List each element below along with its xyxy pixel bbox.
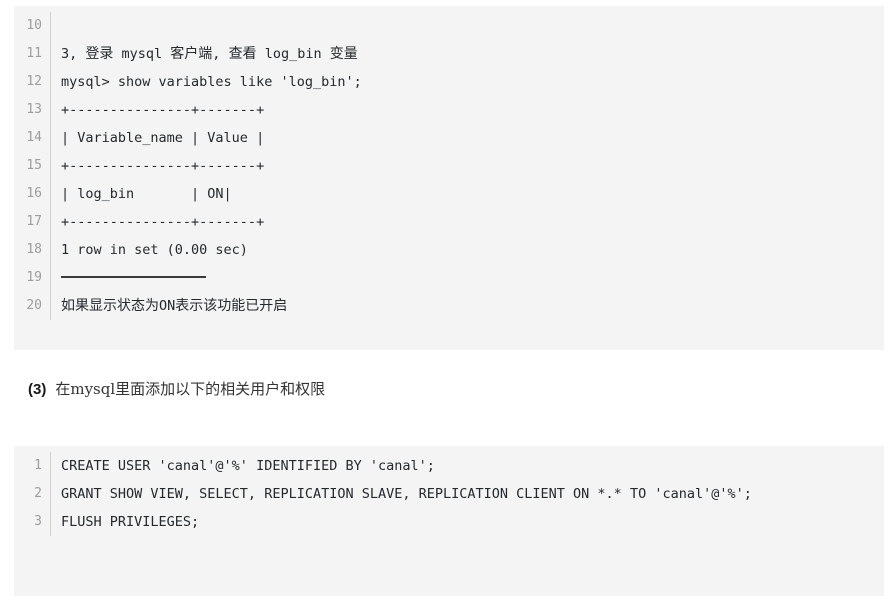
code-row: 11 3, 登录 mysql 客户端, 查看 log_bin 变量 bbox=[14, 40, 884, 68]
code-row: 1 CREATE USER 'canal'@'%' IDENTIFIED BY '… bbox=[14, 452, 884, 480]
code-line-text[interactable]: | Variable_name | Value | bbox=[50, 124, 884, 152]
line-number: 1 bbox=[34, 458, 42, 473]
paragraph-heading-3: (3) 在mysql里面添加以下的相关用户和权限 bbox=[28, 378, 325, 401]
line-number: 19 bbox=[26, 270, 42, 285]
line-number: 18 bbox=[26, 242, 42, 257]
cjk-run: 客户端 bbox=[170, 46, 213, 62]
line-number: 3 bbox=[34, 514, 42, 529]
code-row: 16 | log_bin | ON| bbox=[14, 180, 884, 208]
code-line-text[interactable] bbox=[50, 264, 884, 292]
heading-marker: (3) bbox=[28, 381, 47, 398]
code-line-text[interactable]: 3, 登录 mysql 客户端, 查看 log_bin 变量 bbox=[50, 40, 884, 68]
line-number: 2 bbox=[34, 486, 42, 501]
code-row: 19 bbox=[14, 264, 884, 292]
code-row: 15 +---------------+-------+ bbox=[14, 152, 884, 180]
line-number: 15 bbox=[26, 158, 42, 173]
line-number: 14 bbox=[26, 130, 42, 145]
line-number: 12 bbox=[26, 74, 42, 89]
code-row: 14 | Variable_name | Value | bbox=[14, 124, 884, 152]
heading-text: 在mysql里面添加以下的相关用户和权限 bbox=[55, 380, 326, 398]
code-line-text[interactable]: CREATE USER 'canal'@'%' IDENTIFIED BY 'c… bbox=[50, 452, 884, 480]
line-number: 10 bbox=[26, 18, 42, 33]
code-row: 12 mysql> show variables like 'log_bin'; bbox=[14, 68, 884, 96]
code-block-canal-grants: 1 CREATE USER 'canal'@'%' IDENTIFIED BY '… bbox=[14, 446, 884, 596]
cjk-run: 登录 bbox=[85, 46, 114, 62]
code-row: 18 1 row in set (0.00 sec) bbox=[14, 236, 884, 264]
code-rows-block-two: 1 CREATE USER 'canal'@'%' IDENTIFIED BY '… bbox=[14, 452, 884, 536]
code-row: 3 FLUSH PRIVILEGES; bbox=[14, 508, 884, 536]
code-row: 17 +---------------+-------+ bbox=[14, 208, 884, 236]
code-row: 13 +---------------+-------+ bbox=[14, 96, 884, 124]
code-row: 10 bbox=[14, 12, 884, 40]
line-number: 17 bbox=[26, 214, 42, 229]
code-line-text[interactable]: +---------------+-------+ bbox=[50, 96, 884, 124]
code-line-text[interactable]: FLUSH PRIVILEGES; bbox=[50, 508, 884, 536]
cjk-run: 查看 bbox=[228, 46, 257, 62]
code-line-text[interactable] bbox=[50, 12, 884, 40]
line-number: 20 bbox=[26, 298, 42, 313]
code-line-text[interactable]: +---------------+-------+ bbox=[50, 152, 884, 180]
cjk-run: 如果显示状态为 bbox=[61, 298, 159, 314]
code-line-text[interactable]: | log_bin | ON| bbox=[50, 180, 884, 208]
horizontal-rule-glyphs bbox=[61, 276, 206, 278]
code-line-text[interactable]: 如果显示状态为ON表示该功能已开启 bbox=[50, 292, 884, 320]
line-number: 11 bbox=[26, 46, 42, 61]
page-root: 10 11 3, 登录 mysql 客户端, 查看 log_bin 变量 12 mys… bbox=[0, 0, 892, 607]
line-number: 16 bbox=[26, 186, 42, 201]
code-block-log-bin: 10 11 3, 登录 mysql 客户端, 查看 log_bin 变量 12 mys… bbox=[14, 6, 884, 350]
code-line-text[interactable]: 1 row in set (0.00 sec) bbox=[50, 236, 884, 264]
code-rows-block-one: 10 11 3, 登录 mysql 客户端, 查看 log_bin 变量 12 mys… bbox=[14, 12, 884, 320]
code-row: 20 如果显示状态为ON表示该功能已开启 bbox=[14, 292, 884, 320]
code-line-text[interactable]: mysql> show variables like 'log_bin'; bbox=[50, 68, 884, 96]
code-line-text[interactable]: +---------------+-------+ bbox=[50, 208, 884, 236]
code-line-text[interactable]: GRANT SHOW VIEW, SELECT, REPLICATION SLA… bbox=[50, 480, 884, 508]
line-number: 13 bbox=[26, 102, 42, 117]
code-row: 2 GRANT SHOW VIEW, SELECT, REPLICATION SL… bbox=[14, 480, 884, 508]
cjk-run: 表示该功能已开启 bbox=[175, 298, 288, 314]
cjk-run: 变量 bbox=[329, 46, 358, 62]
